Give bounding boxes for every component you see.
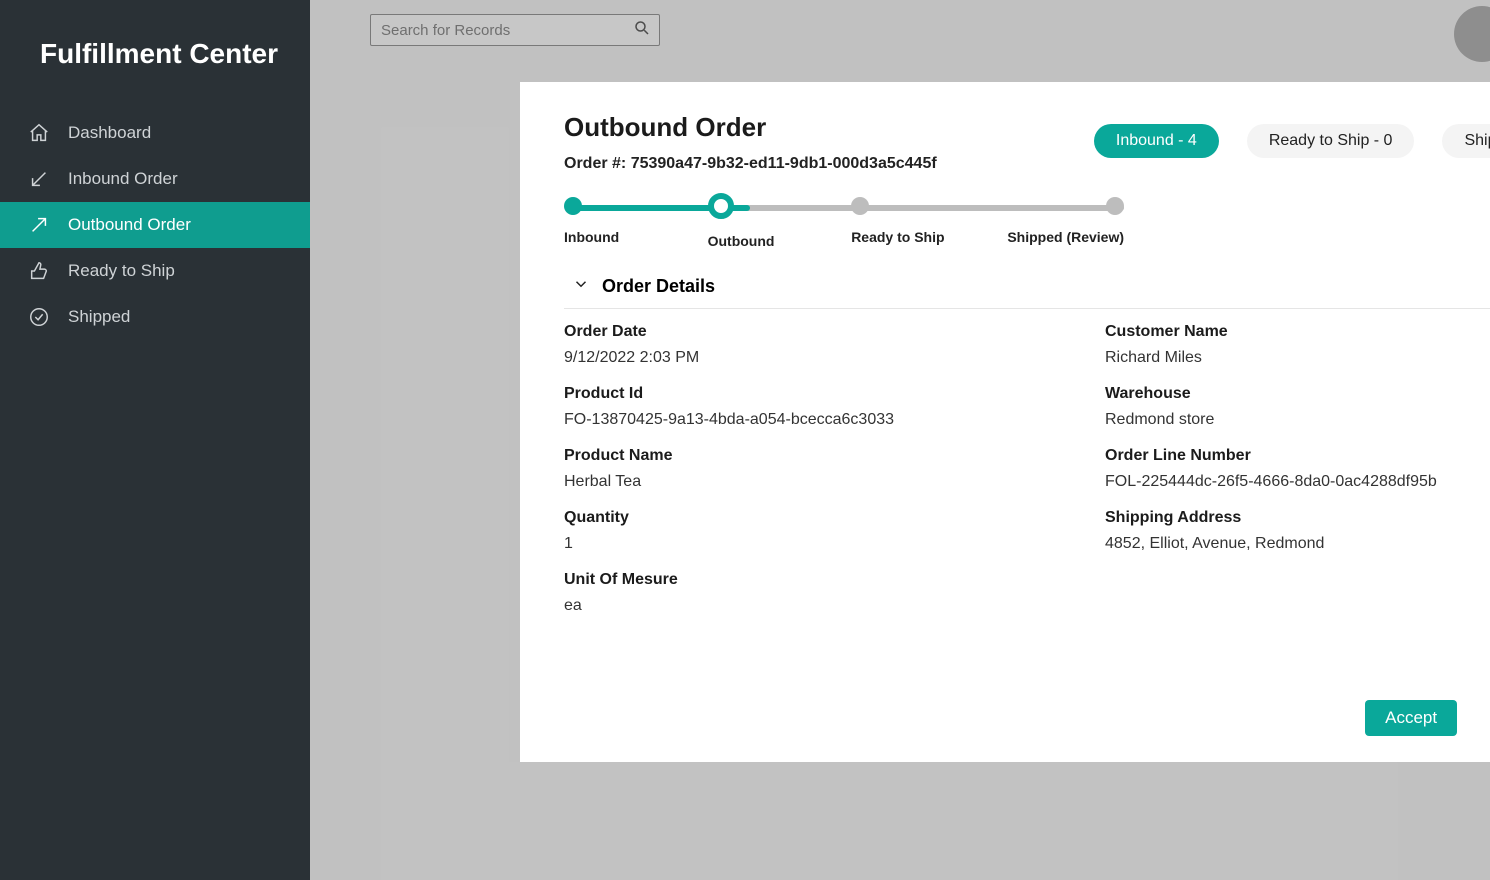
product-name-value: Herbal Tea [564, 473, 1065, 491]
order-line-value: FOL-225444dc-26f5-4666-8da0-0ac4288df95b [1105, 473, 1490, 491]
sidebar-item-label: Ready to Ship [68, 261, 175, 281]
order-line-label: Order Line Number [1105, 447, 1490, 465]
home-icon [28, 122, 50, 144]
order-details: Order Date 9/12/2022 2:03 PM Product Id … [564, 323, 1490, 633]
outbound-order-modal: Outbound Order Order #: 75390a47-9b32-ed… [520, 82, 1490, 762]
customer-name-value: Richard Miles [1105, 349, 1490, 367]
section-title: Order Details [602, 276, 715, 297]
chevron-down-icon [572, 275, 590, 298]
product-id-value: FO-13870425-9a13-4bda-a054-bcecca6c3033 [564, 411, 1065, 429]
modal-title: Outbound Order [564, 112, 937, 143]
pill-inbound[interactable]: Inbound - 4 [1094, 124, 1219, 158]
step-dot-icon [564, 197, 582, 215]
modal-footer: Accept Decline Order [1365, 700, 1490, 736]
status-pills: Inbound - 4 Ready to Ship - 0 Shipped - … [1094, 124, 1490, 158]
step-label: Ready to Ship [851, 229, 944, 245]
pill-ready[interactable]: Ready to Ship - 0 [1247, 124, 1415, 158]
check-circle-icon [28, 306, 50, 328]
step-dot-icon [851, 197, 869, 215]
accept-button[interactable]: Accept [1365, 700, 1457, 736]
sidebar-item-outbound[interactable]: Outbound Order [0, 202, 310, 248]
details-right-column: Customer Name Richard Miles Warehouse Re… [1105, 323, 1490, 633]
customer-name-label: Customer Name [1105, 323, 1490, 341]
order-date-label: Order Date [564, 323, 1065, 341]
order-date-value: 9/12/2022 2:03 PM [564, 349, 1065, 367]
step-shipped: Shipped (Review) [995, 197, 1124, 249]
step-label: Shipped (Review) [1007, 229, 1124, 245]
ship-addr-label: Shipping Address [1105, 509, 1490, 527]
product-name-label: Product Name [564, 447, 1065, 465]
nav-list: Dashboard Inbound Order Outbound Order R… [0, 110, 310, 340]
uom-label: Unit Of Mesure [564, 571, 1065, 589]
details-left-column: Order Date 9/12/2022 2:03 PM Product Id … [564, 323, 1065, 633]
quantity-label: Quantity [564, 509, 1065, 527]
quantity-value: 1 [564, 535, 1065, 553]
sidebar: Fulfillment Center Dashboard Inbound Ord… [0, 0, 310, 880]
uom-value: ea [564, 597, 1065, 615]
main-area: Outbound Order Order #: 75390a47-9b32-ed… [310, 0, 1490, 880]
sidebar-item-ready[interactable]: Ready to Ship [0, 248, 310, 294]
step-label: Inbound [564, 229, 619, 245]
arrow-out-icon [28, 214, 50, 236]
sidebar-item-dashboard[interactable]: Dashboard [0, 110, 310, 156]
sidebar-item-label: Shipped [68, 307, 130, 327]
section-header[interactable]: Order Details [564, 271, 1490, 309]
progress-stepper: Inbound Outbound Ready to Ship Shipped (… [564, 197, 1124, 249]
warehouse-label: Warehouse [1105, 385, 1490, 403]
step-dot-icon [708, 193, 734, 219]
pill-shipped[interactable]: Shipped - 11 [1442, 124, 1490, 158]
step-ready: Ready to Ship [851, 197, 995, 249]
ship-addr-value: 4852, Elliot, Avenue, Redmond [1105, 535, 1490, 553]
step-label: Outbound [708, 233, 775, 249]
step-outbound: Outbound [708, 197, 852, 249]
arrow-in-icon [28, 168, 50, 190]
thumbs-up-icon [28, 260, 50, 282]
step-dot-icon [1106, 197, 1124, 215]
sidebar-item-inbound[interactable]: Inbound Order [0, 156, 310, 202]
sidebar-item-label: Dashboard [68, 123, 151, 143]
warehouse-value: Redmond store [1105, 411, 1490, 429]
sidebar-item-label: Inbound Order [68, 169, 178, 189]
sidebar-item-label: Outbound Order [68, 215, 191, 235]
step-inbound: Inbound [564, 197, 708, 249]
sidebar-item-shipped[interactable]: Shipped [0, 294, 310, 340]
app-title: Fulfillment Center [0, 20, 310, 110]
product-id-label: Product Id [564, 385, 1065, 403]
order-number: Order #: 75390a47-9b32-ed11-9db1-000d3a5… [564, 155, 937, 173]
